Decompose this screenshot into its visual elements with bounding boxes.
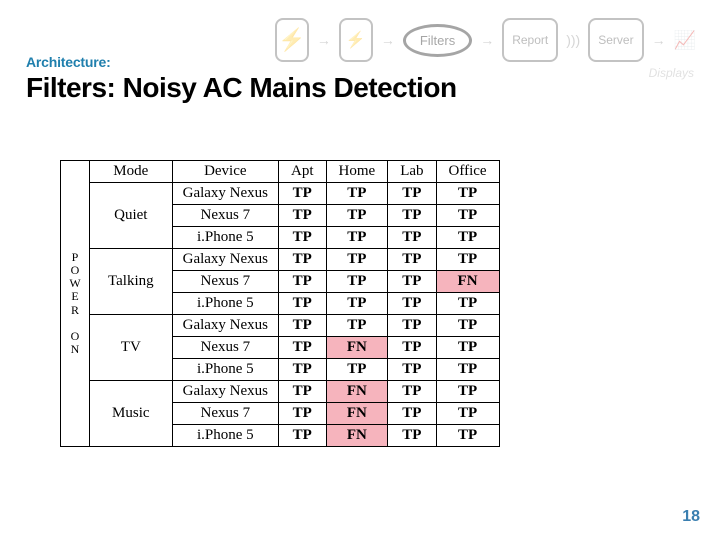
page-title: Filters: Noisy AC Mains Detection	[26, 72, 457, 104]
table-header: Device	[172, 161, 278, 183]
arrow-icon: →	[652, 32, 666, 48]
flow-report-label: Report	[512, 33, 548, 47]
table-area: POWER ON ModeDeviceAptHomeLabOfficeQuiet…	[60, 160, 500, 447]
device-cell: i.Phone 5	[172, 425, 278, 447]
result-cell: TP	[388, 359, 436, 381]
flow-filters-label: Filters	[420, 33, 455, 48]
arrow-icon: →	[317, 32, 331, 48]
device-cell: Galaxy Nexus	[172, 315, 278, 337]
device-cell: Galaxy Nexus	[172, 183, 278, 205]
result-cell: TP	[388, 425, 436, 447]
result-cell: TP	[436, 337, 499, 359]
arrow-icon: →	[480, 32, 494, 48]
table-row: TVGalaxy NexusTPTPTPTP	[90, 315, 500, 337]
flow-server: Server	[588, 18, 643, 62]
result-cell: TP	[388, 381, 436, 403]
result-cell: TP	[279, 227, 327, 249]
table-header: Mode	[90, 161, 173, 183]
result-cell: TP	[388, 403, 436, 425]
bolt-icon: ⚡	[278, 27, 305, 53]
result-cell: FN	[326, 425, 388, 447]
result-cell: TP	[436, 227, 499, 249]
result-cell: TP	[326, 293, 388, 315]
result-cell: FN	[326, 337, 388, 359]
table-row: QuietGalaxy NexusTPTPTPTP	[90, 183, 500, 205]
mode-cell: Talking	[90, 249, 173, 315]
result-cell: TP	[388, 271, 436, 293]
result-cell: TP	[436, 315, 499, 337]
arrow-icon: →	[381, 32, 395, 48]
result-cell: TP	[279, 293, 327, 315]
bolt-icon: ⚡	[346, 30, 366, 50]
result-cell: TP	[279, 271, 327, 293]
result-cell: TP	[388, 227, 436, 249]
side-label-text: POWER ON	[69, 251, 80, 357]
side-label: POWER ON	[60, 160, 90, 447]
result-cell: TP	[436, 425, 499, 447]
mode-cell: Quiet	[90, 183, 173, 249]
table-header: Home	[326, 161, 388, 183]
device-cell: Galaxy Nexus	[172, 381, 278, 403]
result-cell: TP	[279, 425, 327, 447]
result-cell: TP	[326, 249, 388, 271]
flow-filters: Filters	[403, 24, 472, 57]
result-cell: TP	[326, 271, 388, 293]
header: Architecture: Filters: Noisy AC Mains De…	[26, 54, 457, 104]
device-cell: Galaxy Nexus	[172, 249, 278, 271]
device-cell: Nexus 7	[172, 205, 278, 227]
result-cell: FN	[326, 381, 388, 403]
result-cell: TP	[326, 183, 388, 205]
result-cell: TP	[279, 183, 327, 205]
result-cell: TP	[279, 359, 327, 381]
result-cell: TP	[279, 205, 327, 227]
result-cell: TP	[326, 227, 388, 249]
result-cell: TP	[279, 249, 327, 271]
result-cell: FN	[326, 403, 388, 425]
flow-server-label: Server	[598, 33, 633, 47]
result-cell: TP	[436, 293, 499, 315]
result-cell: TP	[388, 183, 436, 205]
result-cell: TP	[279, 337, 327, 359]
result-cell: TP	[388, 337, 436, 359]
result-cell: TP	[279, 381, 327, 403]
result-cell: TP	[436, 183, 499, 205]
mode-cell: Music	[90, 381, 173, 447]
result-cell: TP	[436, 249, 499, 271]
result-cell: TP	[436, 359, 499, 381]
wifi-icon: )))	[566, 32, 580, 48]
result-cell: TP	[436, 403, 499, 425]
result-cell: TP	[279, 403, 327, 425]
device-cell: i.Phone 5	[172, 293, 278, 315]
results-table: ModeDeviceAptHomeLabOfficeQuietGalaxy Ne…	[89, 160, 500, 447]
table-row: TalkingGalaxy NexusTPTPTPTP	[90, 249, 500, 271]
result-cell: TP	[388, 205, 436, 227]
table-row: MusicGalaxy NexusTPFNTPTP	[90, 381, 500, 403]
eyebrow: Architecture:	[26, 54, 457, 70]
result-cell: TP	[326, 315, 388, 337]
device-cell: Nexus 7	[172, 271, 278, 293]
flow-displays-label: Displays	[649, 66, 694, 80]
table-header: Office	[436, 161, 499, 183]
result-cell: TP	[436, 381, 499, 403]
result-cell: TP	[388, 249, 436, 271]
flow-report: Report	[502, 18, 558, 62]
graph-icon: 📈	[674, 30, 696, 51]
page-number: 18	[682, 508, 700, 526]
result-cell: FN	[436, 271, 499, 293]
table-header: Apt	[279, 161, 327, 183]
device-cell: Nexus 7	[172, 337, 278, 359]
result-cell: TP	[388, 293, 436, 315]
table-header: Lab	[388, 161, 436, 183]
result-cell: TP	[279, 315, 327, 337]
result-cell: TP	[326, 205, 388, 227]
result-cell: TP	[388, 315, 436, 337]
result-cell: TP	[326, 359, 388, 381]
result-cell: TP	[436, 205, 499, 227]
device-cell: i.Phone 5	[172, 227, 278, 249]
device-cell: i.Phone 5	[172, 359, 278, 381]
slide: ⚡ → ⚡ → Filters → Report ))) Server → 📈 …	[0, 0, 720, 540]
device-cell: Nexus 7	[172, 403, 278, 425]
mode-cell: TV	[90, 315, 173, 381]
